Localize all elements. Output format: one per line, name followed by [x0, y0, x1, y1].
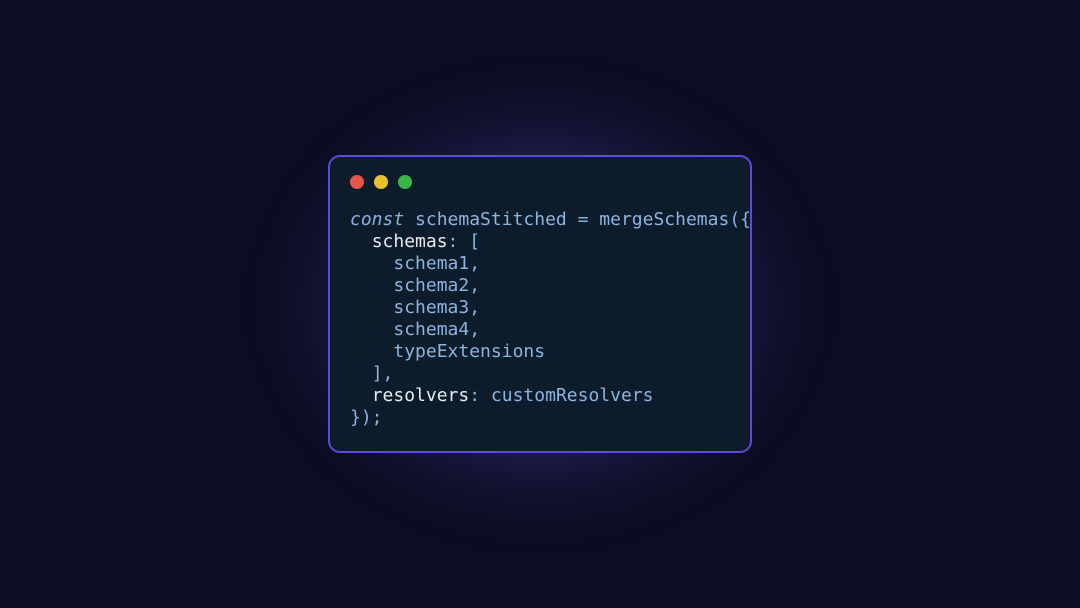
type-extensions: typeExtensions: [393, 341, 545, 362]
colon: :: [448, 231, 470, 252]
open-paren: ({: [729, 209, 751, 230]
func-name: mergeSchemas: [599, 209, 729, 230]
open-bracket: [: [469, 231, 480, 252]
colon: :: [469, 385, 491, 406]
code-card-wrapper: const schemaStitched = mergeSchemas({ sc…: [328, 155, 752, 453]
code-block: const schemaStitched = mergeSchemas({ sc…: [350, 209, 730, 429]
maximize-icon: [398, 175, 412, 189]
resolvers-val: customResolvers: [491, 385, 654, 406]
schema2: schema2: [393, 275, 469, 296]
comma: ,: [469, 297, 480, 318]
schema1: schema1: [393, 253, 469, 274]
code-window: const schemaStitched = mergeSchemas({ sc…: [328, 155, 752, 453]
keyword-const: const: [350, 209, 404, 230]
close-icon: [350, 175, 364, 189]
schemas-key: schemas: [372, 231, 448, 252]
window-traffic-lights: [350, 175, 730, 189]
schema4: schema4: [393, 319, 469, 340]
schema3: schema3: [393, 297, 469, 318]
equals: =: [567, 209, 600, 230]
comma: ,: [469, 275, 480, 296]
close-bracket: ],: [372, 363, 394, 384]
minimize-icon: [374, 175, 388, 189]
comma: ,: [469, 319, 480, 340]
close-paren: });: [350, 407, 383, 428]
resolvers-key: resolvers: [372, 385, 470, 406]
comma: ,: [469, 253, 480, 274]
var-name: schemaStitched: [415, 209, 567, 230]
